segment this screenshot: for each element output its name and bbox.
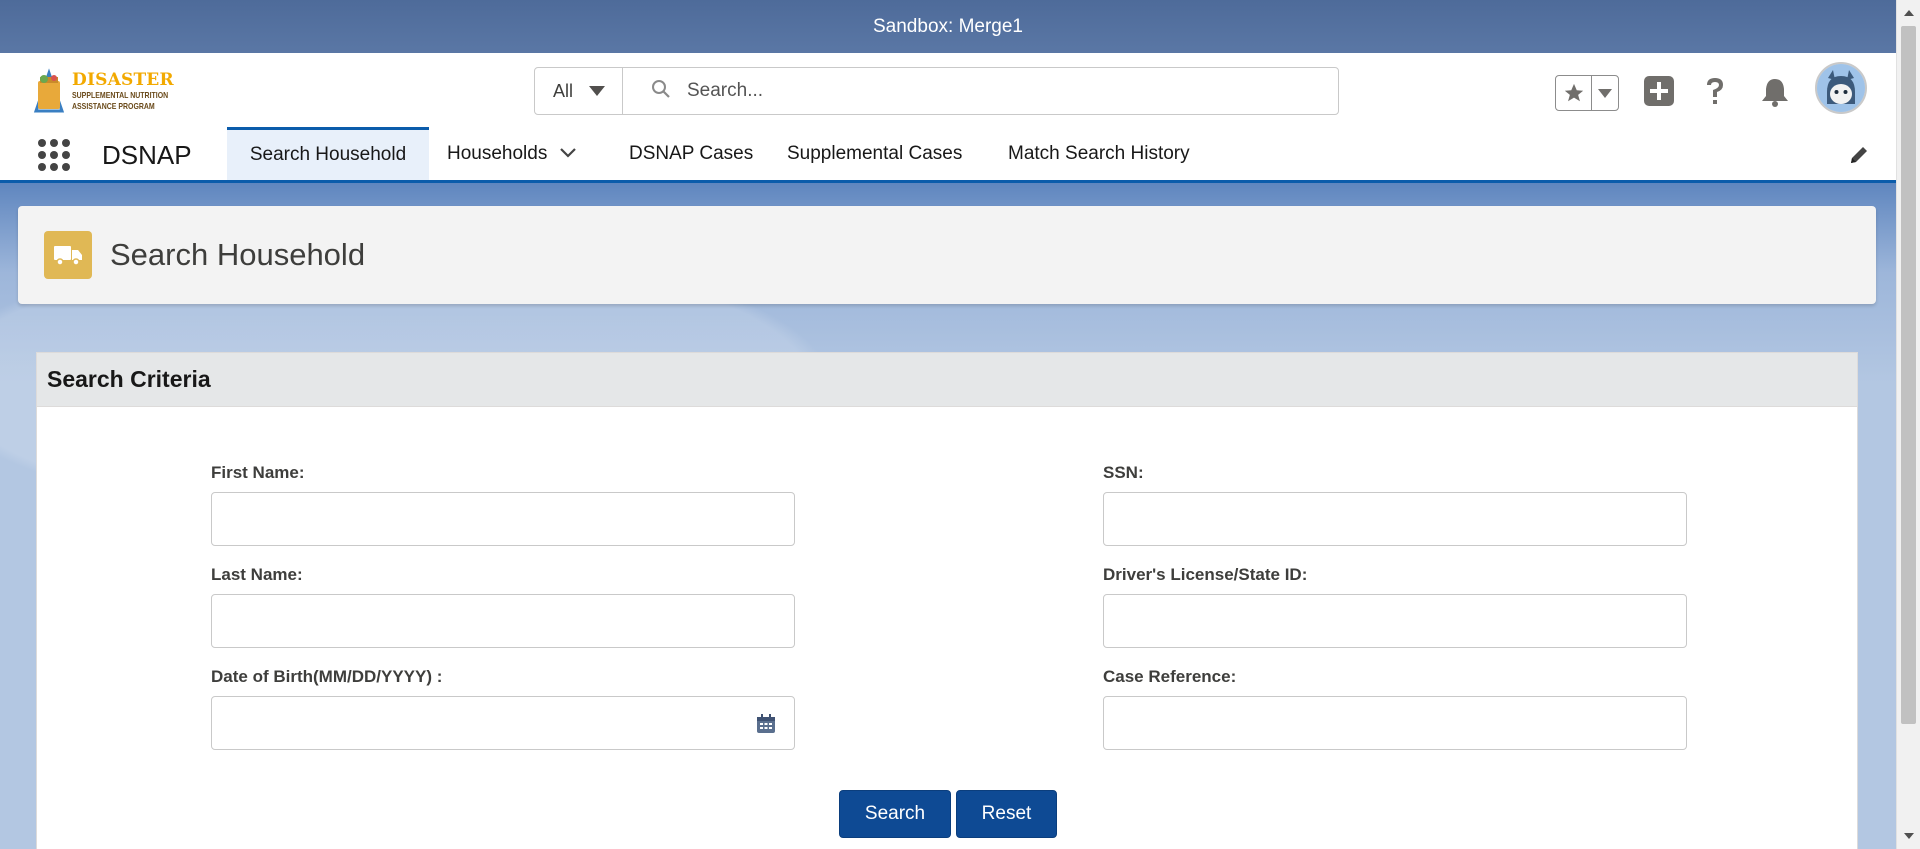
ssn-field-group: SSN: bbox=[1103, 463, 1687, 546]
vertical-scrollbar[interactable] bbox=[1896, 0, 1920, 849]
last-name-input[interactable] bbox=[212, 595, 794, 647]
favorites-star-icon[interactable] bbox=[1556, 76, 1592, 110]
last-name-input-box bbox=[211, 594, 795, 648]
tab-households[interactable]: Households bbox=[429, 127, 595, 180]
ssn-label: SSN: bbox=[1103, 463, 1144, 482]
tab-supplemental-cases[interactable]: Supplemental Cases bbox=[769, 127, 980, 180]
license-input-box bbox=[1103, 594, 1687, 648]
search-icon bbox=[651, 79, 671, 104]
case-reference-field-group: Case Reference: bbox=[1103, 667, 1687, 750]
tab-match-search-history[interactable]: Match Search History bbox=[990, 127, 1208, 180]
search-input[interactable] bbox=[687, 80, 1287, 102]
logo-text: DISASTER SUPPLEMENTAL NUTRITION ASSISTAN… bbox=[72, 72, 189, 110]
first-name-input-box bbox=[211, 492, 795, 546]
app-navigation: DSNAP Search Household Households DSNAP … bbox=[0, 127, 1896, 183]
favorites-menu-button[interactable] bbox=[1592, 76, 1618, 110]
search-criteria-card: Search Criteria First Name: Last Name: D… bbox=[36, 352, 1858, 849]
app-launcher-icon[interactable] bbox=[38, 139, 70, 171]
help-icon[interactable] bbox=[1703, 75, 1727, 107]
global-create-icon[interactable] bbox=[1643, 75, 1675, 107]
scrollbar-thumb[interactable] bbox=[1901, 26, 1916, 724]
calendar-icon[interactable] bbox=[756, 714, 776, 739]
case-reference-input[interactable] bbox=[1104, 697, 1686, 749]
search-field bbox=[623, 68, 1338, 114]
logo-subtitle-2: ASSISTANCE PROGRAM bbox=[72, 100, 155, 111]
first-name-input[interactable] bbox=[212, 493, 794, 545]
license-label: Driver's License/State ID: bbox=[1103, 565, 1308, 584]
first-name-field-group: First Name: bbox=[211, 463, 795, 546]
sandbox-banner: Sandbox: Merge1 bbox=[0, 0, 1896, 53]
scroll-up-arrow-icon[interactable] bbox=[1904, 10, 1914, 16]
reset-button[interactable]: Reset bbox=[956, 790, 1057, 838]
tab-label: Supplemental Cases bbox=[787, 142, 963, 164]
tab-label: Search Household bbox=[249, 144, 407, 165]
tab-label: Match Search History bbox=[1008, 142, 1190, 164]
dob-label: Date of Birth(MM/DD/YYYY) : bbox=[211, 667, 443, 686]
logo-subtitle-1: SUPPLEMENTAL NUTRITION bbox=[72, 90, 169, 100]
notifications-bell-icon[interactable] bbox=[1761, 77, 1789, 107]
global-search: All bbox=[534, 67, 1339, 115]
page-title: Search Household bbox=[110, 237, 366, 272]
tab-label: Households bbox=[447, 142, 548, 164]
last-name-field-group: Last Name: bbox=[211, 565, 795, 648]
sandbox-label: Sandbox: Merge1 bbox=[873, 15, 1023, 37]
tab-dsnap-cases[interactable]: DSNAP Cases bbox=[611, 127, 771, 180]
scroll-down-arrow-icon[interactable] bbox=[1904, 833, 1914, 839]
caret-down-icon bbox=[589, 86, 606, 96]
ssn-input-box bbox=[1103, 492, 1687, 546]
last-name-label: Last Name: bbox=[211, 565, 303, 584]
search-button[interactable]: Search bbox=[839, 790, 951, 838]
global-header: DISASTER SUPPLEMENTAL NUTRITION ASSISTAN… bbox=[0, 53, 1896, 127]
caret-down-icon bbox=[1598, 88, 1612, 98]
chevron-down-icon[interactable] bbox=[559, 143, 577, 165]
edit-nav-pencil-icon[interactable] bbox=[1848, 144, 1870, 171]
license-input[interactable] bbox=[1104, 595, 1686, 647]
search-scope-label: All bbox=[553, 80, 574, 101]
grocery-bag-icon bbox=[28, 67, 70, 115]
app-name: DSNAP bbox=[102, 140, 192, 170]
app-logo[interactable]: DISASTER SUPPLEMENTAL NUTRITION ASSISTAN… bbox=[28, 66, 174, 116]
user-avatar[interactable] bbox=[1815, 62, 1867, 114]
license-field-group: Driver's License/State ID: bbox=[1103, 565, 1687, 648]
first-name-label: First Name: bbox=[211, 463, 305, 482]
dob-input-box bbox=[211, 696, 795, 750]
dob-input[interactable] bbox=[212, 697, 794, 749]
truck-icon bbox=[44, 231, 92, 279]
logo-title: DISASTER bbox=[72, 70, 174, 90]
case-reference-input-box bbox=[1103, 696, 1687, 750]
favorites-group bbox=[1555, 75, 1619, 111]
case-reference-label: Case Reference: bbox=[1103, 667, 1237, 686]
tab-search-household[interactable]: Search Household bbox=[227, 127, 429, 180]
page-header: Search Household bbox=[18, 206, 1876, 304]
search-scope-dropdown[interactable]: All bbox=[535, 68, 623, 114]
tab-label: DSNAP Cases bbox=[629, 142, 754, 164]
dob-field-group: Date of Birth(MM/DD/YYYY) : bbox=[211, 667, 795, 750]
ssn-input[interactable] bbox=[1104, 493, 1686, 545]
section-title: Search Criteria bbox=[37, 353, 1857, 407]
